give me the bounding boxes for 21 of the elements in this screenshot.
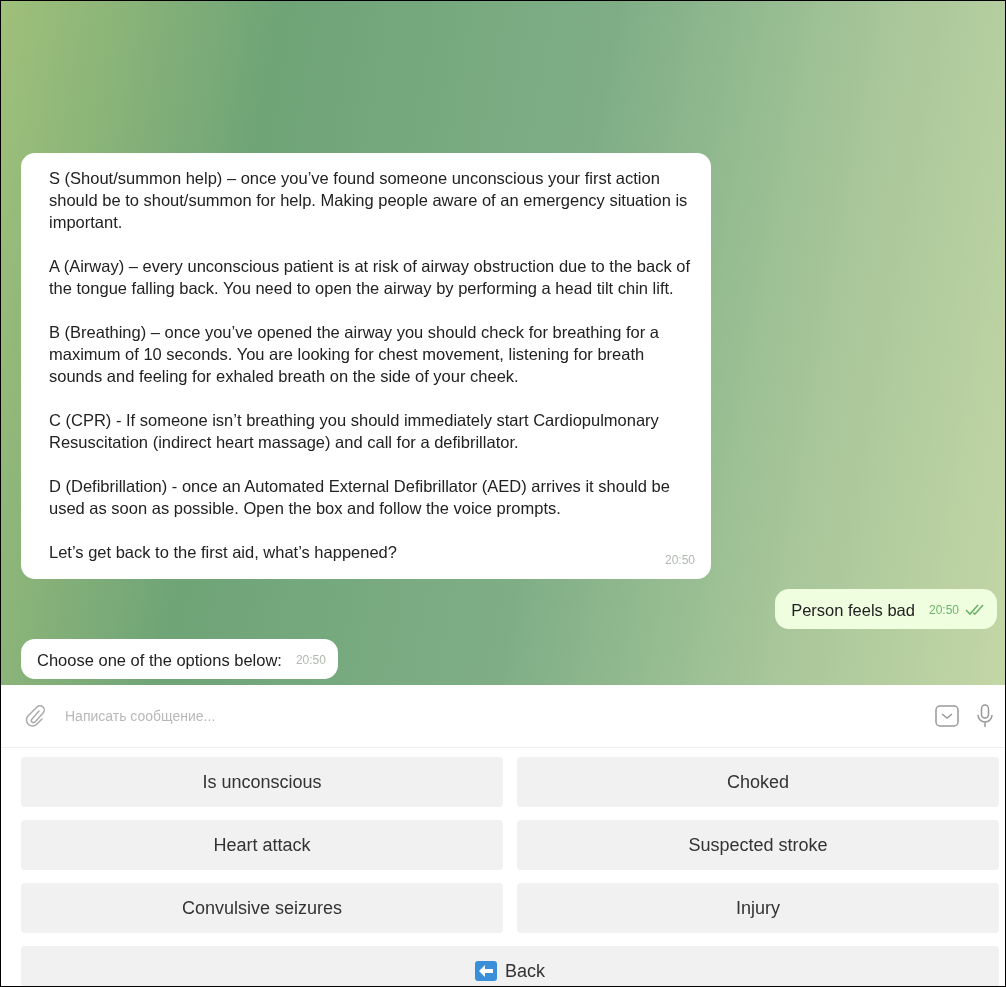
message-time: 20:50: [928, 602, 959, 619]
keyboard-toggle-icon[interactable]: [935, 705, 959, 727]
reply-button[interactable]: Injury: [517, 883, 999, 933]
message-text: Person feels bad: [791, 600, 915, 621]
paperclip-icon[interactable]: [25, 705, 45, 727]
message-paragraph: C (CPR) - If someone isn’t breathing you should immediately start Cardiopulmonary Resuscitation (indirect heart massage) and call for a defibrillator.: [49, 410, 660, 453]
message-paragraph: A (Airway) – every unconscious patient is at risk of airway obstruction due to the back of the tongue falling back. You need to open the airway by performing a head tilt chin lift.: [49, 256, 692, 299]
reply-button[interactable]: Convulsive seizures: [21, 883, 503, 933]
reply-button[interactable]: Back: [21, 946, 999, 986]
message-paragraph: Let’s get back to the first aid, what’s happened?: [49, 542, 397, 563]
message-paragraph: D (Defibrillation) - once an Automated External Defibrillator (AED) arrives it should be used as soon as possible. Open the box and follow the voice prompts.: [49, 476, 671, 519]
message-text: Choose one of the options below:: [37, 650, 282, 671]
reply-button[interactable]: Choked: [517, 757, 999, 807]
microphone-icon[interactable]: [977, 704, 993, 728]
message-paragraph: S (Shout/summon help) – once you’ve found someone unconscious your first action should be to shout/summon for help. Making people aware of an emergency situation is important.: [49, 168, 689, 233]
message-paragraph: B (Breathing) – once you’ve opened the airway you should check for breathing for a maximum of 10 seconds. You are looking for chest movement, listening for breath sounds and feeling for exhaled breath on the side of your cheek.: [49, 322, 660, 387]
reply-button[interactable]: Is unconscious: [21, 757, 503, 807]
message-time: 20:50: [664, 552, 695, 569]
reply-button[interactable]: Heart attack: [21, 820, 503, 870]
message-time: 20:50: [295, 652, 326, 669]
reply-button[interactable]: Suspected stroke: [517, 820, 999, 870]
